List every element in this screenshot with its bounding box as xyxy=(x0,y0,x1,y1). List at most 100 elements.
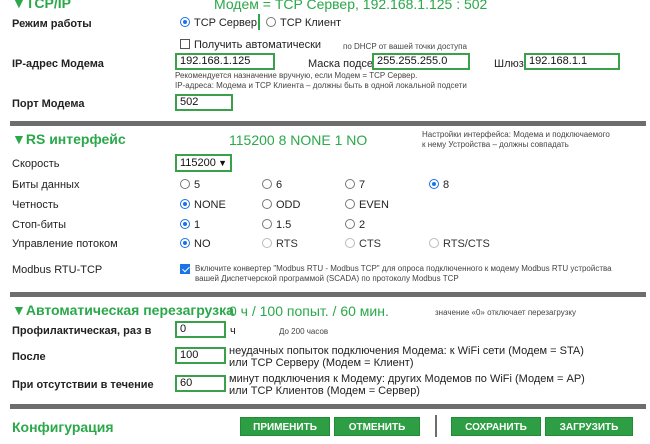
flow-no-label: NO xyxy=(194,238,211,250)
chevron-down-icon: ▼ xyxy=(218,158,227,168)
data-bits-7-option[interactable]: 7 xyxy=(345,179,365,191)
cancel-button[interactable]: ОТМЕНИТЬ xyxy=(334,417,420,436)
after-attempts-input[interactable]: 100 xyxy=(175,347,226,364)
data-bits-label: Биты данных xyxy=(12,179,80,191)
after-description-2: или TCP Серверу (Модем = Клиент) xyxy=(229,357,414,369)
data-bits-8-radio[interactable] xyxy=(429,179,439,189)
parity-even-label: EVEN xyxy=(359,199,389,211)
tcp-summary: Модем = TCP Сервер, 192.168.1.125 : 502 xyxy=(214,0,488,12)
absent-description-2: или TCP Клиентов (Модем = Сервер) xyxy=(229,385,420,397)
data-bits-6-label: 6 xyxy=(276,179,283,191)
mode-server-label: TCP Сервер xyxy=(194,17,257,29)
mode-divider xyxy=(258,14,260,30)
flow-no-option[interactable]: NO xyxy=(180,238,211,250)
parity-odd-option[interactable]: ODD xyxy=(262,199,300,211)
save-button[interactable]: СОХРАНИТЬ xyxy=(451,417,541,436)
stop-bits-1-radio[interactable] xyxy=(180,219,190,229)
section-divider xyxy=(10,121,646,126)
flow-cts-option[interactable]: CTS xyxy=(345,238,381,250)
flow-rtscts-radio[interactable] xyxy=(429,238,439,248)
speed-select[interactable]: 115200 ▼ xyxy=(175,154,232,172)
absent-minutes-input[interactable]: 60 xyxy=(175,375,226,392)
parity-even-radio[interactable] xyxy=(345,199,355,209)
speed-label: Скорость xyxy=(12,158,60,170)
parity-even-option[interactable]: EVEN xyxy=(345,199,389,211)
port-input[interactable]: 502 xyxy=(175,94,233,111)
rs-section-title[interactable]: ▼RS интерфейс xyxy=(12,131,126,147)
auto-ip-option[interactable]: Получить автоматически xyxy=(180,39,321,51)
absent-description-1: минут подключения к Модему: других Модем… xyxy=(229,373,585,385)
parity-label: Четность xyxy=(12,199,59,211)
modbus-description-1: Включите конвертер "Modbus RTU - Modbus … xyxy=(195,264,612,273)
parity-none-label: NONE xyxy=(194,199,226,211)
parity-odd-radio[interactable] xyxy=(262,199,272,209)
reboot-summary: 0 ч / 100 попыт. / 60 мин. xyxy=(229,303,389,319)
config-label: Конфигурация xyxy=(12,419,114,435)
data-bits-6-option[interactable]: 6 xyxy=(262,179,282,191)
stop-bits-1-5-radio[interactable] xyxy=(262,219,272,229)
prophylactic-unit: ч xyxy=(230,325,236,337)
auto-ip-hint: по DHCP от вашей точки доступа xyxy=(343,42,467,51)
auto-ip-checkbox[interactable] xyxy=(180,39,190,49)
flow-rts-radio[interactable] xyxy=(262,238,272,248)
rs-summary: 115200 8 NONE 1 NO xyxy=(229,132,368,148)
speed-value: 115200 xyxy=(180,157,216,169)
ip-address-input[interactable]: 192.168.1.125 xyxy=(175,53,275,70)
section-divider xyxy=(10,404,646,409)
flow-rtscts-option[interactable]: RTS/CTS xyxy=(429,238,490,250)
stop-bits-2-option[interactable]: 2 xyxy=(345,219,365,231)
flow-rtscts-label: RTS/CTS xyxy=(443,238,490,250)
stop-bits-1-5-label: 1.5 xyxy=(276,219,292,231)
mode-client-label: TCP Клиент xyxy=(280,17,342,29)
after-description-1: неудачных попыток подключения Модема: к … xyxy=(229,345,584,357)
data-bits-5-label: 5 xyxy=(194,179,201,191)
ip-label: IP-адрес Модема xyxy=(12,58,104,70)
data-bits-7-radio[interactable] xyxy=(345,179,355,189)
flow-cts-label: CTS xyxy=(359,238,381,250)
flow-no-radio[interactable] xyxy=(180,238,190,248)
after-label: После xyxy=(12,351,46,363)
reboot-section-title[interactable]: ▼Автоматическая перезагрузка xyxy=(12,302,234,318)
mode-client-option[interactable]: TCP Клиент xyxy=(266,17,341,29)
data-bits-6-radio[interactable] xyxy=(262,179,272,189)
mode-server-option[interactable]: TCP Сервер xyxy=(180,17,257,29)
ip-note-2: IP-адреса: Модема и TCP Клиента – должны… xyxy=(175,81,467,90)
flow-rts-label: RTS xyxy=(276,238,298,250)
parity-none-option[interactable]: NONE xyxy=(180,199,226,211)
subnet-mask-input[interactable]: 255.255.255.0 xyxy=(372,53,470,70)
modbus-description-2: вашей Диспетчерской программой (SCADA) п… xyxy=(195,274,459,283)
footer-divider xyxy=(435,415,437,437)
prophylactic-input[interactable]: 0 xyxy=(175,321,226,338)
modbus-label: Modbus RTU-TCP xyxy=(12,264,103,276)
stop-bits-1-option[interactable]: 1 xyxy=(180,219,200,231)
gateway-input[interactable]: 192.168.1.1 xyxy=(524,53,620,70)
load-button[interactable]: ЗАГРУЗИТЬ xyxy=(545,417,633,436)
stop-bits-label: Стоп-биты xyxy=(12,219,66,231)
tcp-section-title[interactable]: ▼TCP/IP xyxy=(12,0,71,11)
gateway-label: Шлюз xyxy=(494,58,524,70)
data-bits-8-label: 8 xyxy=(443,179,450,191)
parity-none-radio[interactable] xyxy=(180,199,190,209)
modbus-option[interactable] xyxy=(180,264,190,276)
absent-label: При отсутствии в течение xyxy=(12,379,154,391)
flow-cts-radio[interactable] xyxy=(345,238,355,248)
auto-ip-label: Получить автоматически xyxy=(194,39,322,51)
mode-client-radio[interactable] xyxy=(266,17,276,27)
stop-bits-1-label: 1 xyxy=(194,219,201,231)
rs-hint-2: к нему Устройства – должны совпадать xyxy=(422,140,569,149)
data-bits-7-label: 7 xyxy=(359,179,366,191)
stop-bits-2-radio[interactable] xyxy=(345,219,355,229)
data-bits-5-option[interactable]: 5 xyxy=(180,179,200,191)
stop-bits-1-5-option[interactable]: 1.5 xyxy=(262,219,291,231)
reboot-hint: значение «0» отключает перезагрузку xyxy=(435,308,576,317)
apply-button[interactable]: ПРИМЕНИТЬ xyxy=(240,417,330,436)
parity-odd-label: ODD xyxy=(276,199,301,211)
stop-bits-2-label: 2 xyxy=(359,219,366,231)
flow-rts-option[interactable]: RTS xyxy=(262,238,298,250)
modbus-checkbox[interactable] xyxy=(180,264,190,274)
mode-server-radio[interactable] xyxy=(180,17,190,27)
data-bits-8-option[interactable]: 8 xyxy=(429,179,449,191)
port-label: Порт Модема xyxy=(12,98,85,110)
data-bits-5-radio[interactable] xyxy=(180,179,190,189)
section-divider xyxy=(10,292,646,297)
